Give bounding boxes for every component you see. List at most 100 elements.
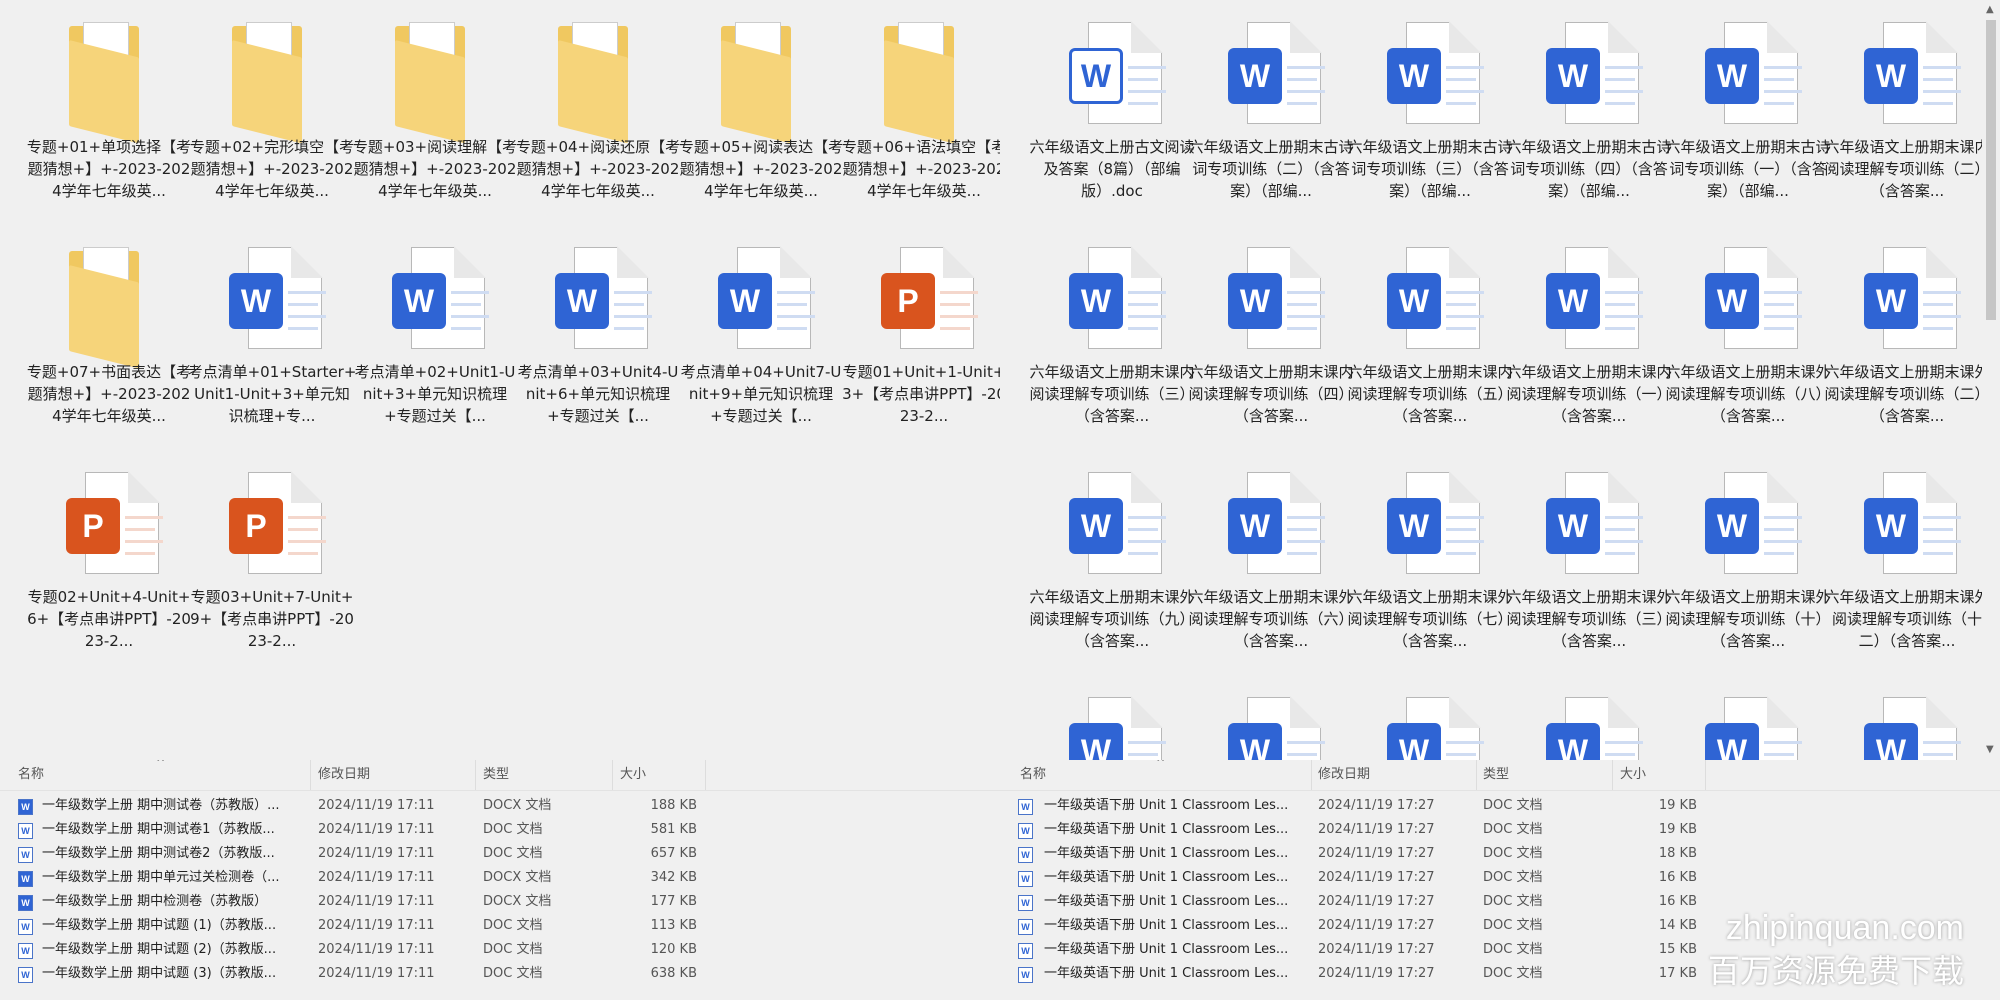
col-name[interactable]: 名称 <box>1020 760 1046 790</box>
table-row[interactable]: W 一年级英语下册 Unit 1 Classroom Les... 2024/11/… <box>1000 818 2000 842</box>
cell-modified: 2024/11/19 17:27 <box>1318 918 1435 933</box>
word-file-icon: W <box>1384 468 1484 586</box>
file-item[interactable]: W 六年级语文上册期末课外阅读理解专项训练（八）（含答案... <box>1663 243 1831 465</box>
file-item[interactable]: W 考点清单+04+Unit7-Unit+9+单元知识梳理+专题过关【... <box>676 243 841 465</box>
col-size[interactable]: 大小 <box>1620 760 1646 790</box>
column-divider[interactable] <box>1311 760 1312 790</box>
table-row[interactable]: W 一年级数学上册 期中试题 (3)（苏教版... 2024/11/19 17:11… <box>0 962 1000 986</box>
cell-name: 一年级英语下册 Unit 1 Classroom Les... <box>1044 942 1289 957</box>
cell-size: 18 KB <box>1658 846 1697 861</box>
file-item[interactable]: W <box>1822 693 1972 760</box>
table-row[interactable]: W 一年级英语下册 Unit 1 Classroom Les... 2024/11/… <box>1000 866 2000 890</box>
right-pane-scrollbar[interactable]: ▲ ▼ <box>1982 0 2000 760</box>
file-item[interactable]: W 考点清单+03+Unit4-Unit+6+单元知识梳理+专题过关【... <box>513 243 678 465</box>
table-row[interactable]: W 一年级英语下册 Unit 1 Classroom Les... 2024/11/… <box>1000 842 2000 866</box>
file-item[interactable]: W 考点清单+02+Unit1-Unit+3+单元知识梳理+专题过关【... <box>350 243 515 465</box>
file-item[interactable]: P 专题01+Unit+1-Unit+3+【考点串讲PPT】-2023-2... <box>839 243 1000 465</box>
file-item[interactable]: W 六年级语文上册期末课外阅读理解专项训练（三）（含答案... <box>1504 468 1672 690</box>
col-type[interactable]: 类型 <box>483 760 509 790</box>
column-divider[interactable] <box>1612 760 1613 790</box>
file-item[interactable]: W <box>1663 693 1813 760</box>
file-item[interactable]: W 六年级语文上册期末古诗词专项训练（三）（含答案）（部编... <box>1345 18 1513 240</box>
cell-name: 一年级英语下册 Unit 1 Classroom Les... <box>1044 966 1289 981</box>
file-label: 考点清单+04+Unit7-Unit+9+单元知识梳理+专题过关【... <box>680 363 842 425</box>
column-divider[interactable] <box>705 760 706 790</box>
column-divider[interactable] <box>1476 760 1477 790</box>
scroll-thumb[interactable] <box>1986 20 1996 320</box>
col-modified[interactable]: 修改日期 <box>1318 760 1370 790</box>
file-item[interactable]: 专题+02+完形填空【考题猜想+】+-2023-2024学年七年级英... <box>187 18 354 240</box>
file-item[interactable]: 专题+07+书面表达【考题猜想+】+-2023-2024学年七年级英... <box>24 243 191 465</box>
word-file-icon: W <box>1861 468 1961 586</box>
column-divider[interactable] <box>612 760 613 790</box>
column-divider[interactable] <box>310 760 311 790</box>
scroll-down-arrow-icon[interactable]: ▼ <box>1986 744 1994 756</box>
file-item[interactable]: W <box>1186 693 1336 760</box>
folder-icon <box>63 18 161 144</box>
scroll-up-arrow-icon[interactable]: ▲ <box>1986 4 1994 16</box>
table-row[interactable]: W 一年级数学上册 期中试题 (2)（苏教版... 2024/11/19 17:11… <box>0 938 1000 962</box>
file-item[interactable]: W 六年级语文上册期末课内阅读理解专项训练（二）（含答案... <box>1822 18 1990 240</box>
file-item[interactable]: W 六年级语文上册期末课内阅读理解专项训练（五）（含答案... <box>1345 243 1513 465</box>
file-item[interactable]: 专题+05+阅读表达【考题猜想+】+-2023-2024学年七年级英... <box>676 18 843 240</box>
file-item[interactable]: W 六年级语文上册期末课内阅读理解专项训练（三）（含答案... <box>1027 243 1195 465</box>
table-row[interactable]: W 一年级英语下册 Unit 1 Classroom Les... 2024/11/… <box>1000 794 2000 818</box>
col-size[interactable]: 大小 <box>620 760 646 790</box>
file-item[interactable]: 专题+04+阅读还原【考题猜想+】+-2023-2024学年七年级英... <box>513 18 680 240</box>
table-row[interactable]: W 一年级数学上册 期中测试卷1（苏教版... 2024/11/19 17:11 DO… <box>0 818 1000 842</box>
col-name[interactable]: 名称 <box>18 760 44 790</box>
file-item[interactable]: W 六年级语文上册期末课外阅读理解专项训练（十）（含答案... <box>1663 468 1831 690</box>
word-file-icon: W <box>1225 243 1325 361</box>
table-row[interactable]: W 一年级数学上册 期中测试卷（苏教版）... 2024/11/19 17:11 DO… <box>0 794 1000 818</box>
file-item[interactable]: W <box>1027 693 1177 760</box>
file-item[interactable]: W 六年级语文上册期末课外阅读理解专项训练（七）（含答案... <box>1345 468 1513 690</box>
cell-type: DOC 文档 <box>483 822 543 837</box>
cell-modified: 2024/11/19 17:11 <box>318 942 435 957</box>
file-item[interactable]: W 六年级语文上册期末课内阅读理解专项训练（一）（含答案... <box>1504 243 1672 465</box>
cell-name: 一年级数学上册 期中试题 (3)（苏教版... <box>42 966 277 981</box>
docx-file-icon: W <box>18 871 33 887</box>
file-item[interactable]: P 专题02+Unit+4-Unit+6+【考点串讲PPT】-2023-2... <box>24 468 191 690</box>
file-item[interactable]: W 六年级语文上册期末课内阅读理解专项训练（四）（含答案... <box>1186 243 1354 465</box>
file-item[interactable]: 专题+06+语法填空【考题猜想+】+-2023-2024学年七年级英... <box>839 18 1000 240</box>
left-icon-grid: 专题+01+单项选择【考题猜想+】+-2023-2024学年七年级英... 专题+… <box>24 18 1000 693</box>
cell-modified: 2024/11/19 17:11 <box>318 894 435 909</box>
doc-file-icon: W <box>18 823 33 839</box>
file-item[interactable]: 专题+03+阅读理解【考题猜想+】+-2023-2024学年七年级英... <box>350 18 517 240</box>
cell-name: 一年级英语下册 Unit 1 Classroom Les... <box>1044 894 1289 909</box>
column-divider[interactable] <box>475 760 476 790</box>
col-modified[interactable]: 修改日期 <box>318 760 370 790</box>
cell-name: 一年级数学上册 期中测试卷（苏教版）... <box>42 798 280 813</box>
file-item[interactable]: W <box>1504 693 1654 760</box>
cell-name: 一年级数学上册 期中测试卷2（苏教版... <box>42 846 275 861</box>
table-row[interactable]: W 一年级数学上册 期中单元过关检测卷（... 2024/11/19 17:11 DO… <box>0 866 1000 890</box>
right-column-header: ^ 名称 修改日期 类型 大小 <box>1000 760 2000 791</box>
file-item[interactable]: W 六年级语文上册期末课外阅读理解专项训练（九）（含答案... <box>1027 468 1195 690</box>
column-divider[interactable] <box>1705 760 1706 790</box>
file-label: 六年级语文上册期末课外阅读理解专项训练（十）（含答案... <box>1665 588 1831 650</box>
cell-size: 15 KB <box>1658 942 1697 957</box>
word-file-icon: W <box>1384 18 1484 136</box>
file-item[interactable]: W 六年级语文上册期末古诗词专项训练（二）（含答案）（部编... <box>1186 18 1354 240</box>
file-label: 六年级语文上册期末古诗词专项训练（二）（含答案）（部编... <box>1188 138 1354 200</box>
file-item[interactable]: W 六年级语文上册期末古诗词专项训练（四）（含答案）（部编... <box>1504 18 1672 240</box>
table-row[interactable]: W 一年级数学上册 期中检测卷（苏教版） 2024/11/19 17:11 DOCX … <box>0 890 1000 914</box>
word-file-icon: W <box>1066 468 1166 586</box>
folder-icon <box>389 18 487 144</box>
folder-icon <box>63 243 161 369</box>
col-type[interactable]: 类型 <box>1483 760 1509 790</box>
file-item[interactable]: W <box>1345 693 1495 760</box>
table-row[interactable]: W 一年级数学上册 期中测试卷2（苏教版... 2024/11/19 17:11 DO… <box>0 842 1000 866</box>
file-item[interactable]: W 考点清单+01+Starter+Unit1-Unit+3+单元知识梳理+专..… <box>187 243 356 465</box>
file-item[interactable]: W 六年级语文上册期末课外阅读理解专项训练（六）（含答案... <box>1186 468 1354 690</box>
cell-modified: 2024/11/19 17:27 <box>1318 822 1435 837</box>
file-item[interactable]: W 六年级语文上册期末古诗词专项训练（一）（含答案）（部编... <box>1663 18 1831 240</box>
left-details-pane: ^ 名称 修改日期 类型 大小 W 一年级数学上册 期中测试卷（苏教版）... 20… <box>0 760 1000 1000</box>
file-item[interactable]: W 六年级语文上册期末课外阅读理解专项训练（二）（含答案... <box>1822 243 1990 465</box>
file-item[interactable]: W 六年级语文上册古文阅读及答案（8篇）（部编版）.doc <box>1027 18 1195 240</box>
file-item[interactable]: W 六年级语文上册期末课外阅读理解专项训练（十二）（含答案... <box>1822 468 1990 690</box>
table-row[interactable]: W 一年级数学上册 期中试题 (1)（苏教版... 2024/11/19 17:11… <box>0 914 1000 938</box>
file-item[interactable]: 专题+01+单项选择【考题猜想+】+-2023-2024学年七年级英... <box>24 18 191 240</box>
file-item[interactable]: P 专题03+Unit+7-Unit+9+【考点串讲PPT】-2023-2... <box>187 468 354 690</box>
cell-name: 一年级英语下册 Unit 1 Classroom Les... <box>1044 798 1289 813</box>
